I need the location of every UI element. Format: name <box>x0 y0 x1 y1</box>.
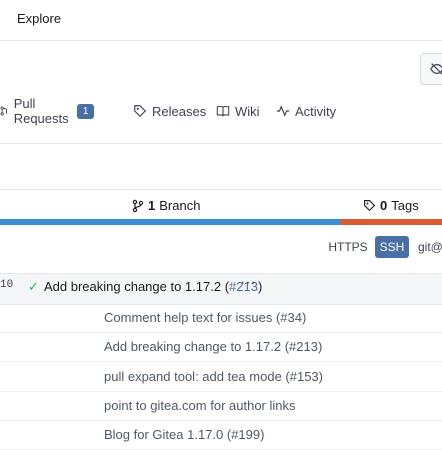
tabs-divider <box>0 143 442 144</box>
tab-label: Activity <box>295 103 337 119</box>
clone-https-button[interactable]: HTTPS <box>325 236 371 258</box>
commit-message-text[interactable]: Add breaking change to 1.17.2 ( <box>44 279 229 294</box>
file-row: Add breaking change to 1.17.2 (#213) <box>0 332 442 362</box>
commit-sha-link[interactable]: 10 <box>0 279 13 291</box>
eye-closed-icon <box>430 63 442 75</box>
file-commit-message[interactable]: point to gitea.com for author links <box>104 398 296 413</box>
file-row: point to gitea.com for author links <box>0 391 442 421</box>
tab-activity[interactable]: Activity <box>276 96 336 126</box>
tab-label: Pull Requests <box>13 96 69 126</box>
commit-message-suffix: ) <box>257 279 263 294</box>
clone-ssh-button[interactable]: SSH <box>375 236 409 258</box>
check-icon: ✓ <box>28 279 39 294</box>
repo-stats-bar: 1 Branch 0 Tags <box>0 189 442 220</box>
tab-wiki[interactable]: Wiki <box>216 96 260 126</box>
tags-link[interactable]: 0 Tags <box>363 198 419 213</box>
language-segment <box>0 219 340 225</box>
file-row: pull expand tool: add tea mode (#153) <box>0 362 442 392</box>
file-commit-message[interactable]: Blog for Gitea 1.17.0 (#199) <box>104 427 264 442</box>
tag-icon <box>364 200 376 212</box>
file-commit-message[interactable]: pull expand tool: add tea mode (#153) <box>104 369 323 384</box>
unwatch-button[interactable] <box>420 53 442 85</box>
language-stats-bar[interactable] <box>0 219 442 225</box>
pull-requests-count-badge: 1 <box>76 103 95 119</box>
branch-icon <box>132 199 144 212</box>
branches-count: 1 <box>148 198 156 213</box>
nav-explore-link[interactable]: Explore <box>17 11 61 26</box>
branches-label: Branch <box>159 198 201 213</box>
tag-icon <box>134 105 147 118</box>
book-icon <box>216 106 230 117</box>
top-navbar <box>0 0 442 41</box>
file-commit-message[interactable]: Add breaking change to 1.17.2 (#213) <box>104 339 322 354</box>
clone-url-input[interactable]: git@ <box>418 240 442 254</box>
file-commit-message[interactable]: Comment help text for issues (#34) <box>104 310 306 325</box>
branches-link[interactable]: 1 Branch <box>132 198 200 213</box>
language-segment <box>340 219 442 225</box>
tab-pull-requests[interactable]: Pull Requests 1 <box>0 96 95 126</box>
commit-expand-button[interactable]: ··· <box>240 274 256 292</box>
tab-label: Wiki <box>235 103 260 119</box>
tags-count: 0 <box>380 198 388 213</box>
latest-commit-message: Add breaking change to 1.17.2 (#213) <box>44 279 262 294</box>
tags-label: Tags <box>391 198 419 213</box>
file-row: Comment help text for issues (#34) <box>0 303 442 333</box>
pulse-icon <box>276 105 290 117</box>
pull-request-icon <box>0 106 7 116</box>
tab-releases[interactable]: Releases <box>133 96 206 126</box>
tab-label: Releases <box>152 103 207 119</box>
